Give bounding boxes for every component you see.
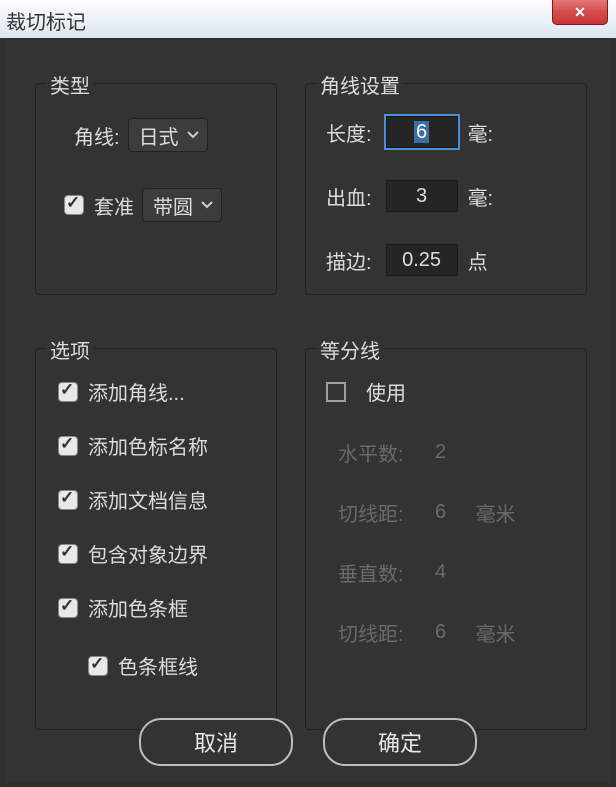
divide-fieldset: 等分线 使用 水平数: 2 切线距: 6 毫米 垂直数: 4 切线距: 6 — [305, 348, 587, 730]
option-label-1: 添加色标名称 — [88, 431, 208, 460]
title-bar: 裁切标记 ✕ — [0, 0, 616, 39]
divide-row-0: 水平数: 2 — [338, 437, 476, 467]
divide-input-2: 4 — [416, 557, 466, 587]
bleed-label: 出血: — [326, 182, 372, 211]
divide-input-3: 6 — [416, 617, 466, 647]
divide-label-1: 切线距: — [338, 498, 404, 527]
divide-use-label: 使用 — [366, 377, 406, 406]
dialog-body: 类型 角线: 日式 套准 带圆 角线设置 — [5, 38, 611, 782]
divide-label-0: 水平数: — [338, 438, 404, 467]
corner-style-label: 角线: — [74, 121, 120, 150]
corner-style-select[interactable]: 日式 — [128, 118, 208, 152]
option-row-1: 添加色标名称 — [58, 431, 208, 460]
option-row-2: 添加文档信息 — [58, 485, 208, 514]
option-checkbox-2[interactable] — [58, 490, 78, 510]
stroke-unit: 点 — [468, 246, 488, 275]
divide-legend: 等分线 — [316, 335, 384, 364]
window-title: 裁切标记 — [6, 6, 86, 35]
option-row-4: 添加色条框 — [58, 593, 188, 622]
cancel-button[interactable]: 取消 — [139, 718, 293, 766]
corner-style-value: 日式 — [139, 121, 179, 150]
stroke-label: 描边: — [326, 246, 372, 275]
length-input[interactable]: 6 — [386, 116, 458, 148]
option-checkbox-1[interactable] — [58, 436, 78, 456]
options-fieldset: 选项 添加角线... 添加色标名称 添加文档信息 包含对象边界 添加色条框 色条… — [35, 348, 277, 730]
type-fieldset: 类型 角线: 日式 套准 带圆 — [35, 83, 277, 295]
option-label-2: 添加文档信息 — [88, 485, 208, 514]
divide-use-row: 使用 — [326, 377, 406, 406]
option-checkbox-3[interactable] — [58, 544, 78, 564]
divide-label-3: 切线距: — [338, 618, 404, 647]
option-label-3: 包含对象边界 — [88, 539, 208, 568]
chevron-down-icon — [187, 131, 199, 139]
divide-row-3: 切线距: 6 毫米 — [338, 617, 516, 647]
registration-row: 套准 带圆 — [64, 188, 222, 222]
options-legend: 选项 — [46, 335, 94, 364]
divide-input-1: 6 — [416, 497, 466, 527]
stroke-input[interactable]: 0.25 — [386, 244, 458, 276]
bleed-input[interactable]: 3 — [386, 180, 458, 212]
length-row: 长度: 6 毫: — [326, 116, 493, 148]
registration-value: 带圆 — [153, 191, 193, 220]
close-button[interactable]: ✕ — [552, 0, 608, 25]
option-checkbox-4[interactable] — [58, 598, 78, 618]
corner-settings-legend: 角线设置 — [316, 70, 404, 99]
divide-unit-1: 毫米 — [476, 498, 516, 527]
length-unit: 毫: — [468, 118, 494, 147]
divide-use-checkbox[interactable] — [326, 382, 346, 402]
option-label-4: 添加色条框 — [88, 593, 188, 622]
divide-unit-3: 毫米 — [476, 618, 516, 647]
length-label: 长度: — [326, 118, 372, 147]
registration-checkbox[interactable] — [64, 195, 84, 215]
divide-row-2: 垂直数: 4 — [338, 557, 476, 587]
divide-row-1: 切线距: 6 毫米 — [338, 497, 516, 527]
corner-style-row: 角线: 日式 — [74, 118, 208, 152]
divide-label-2: 垂直数: — [338, 558, 404, 587]
option-sub-row: 色条框线 — [88, 651, 198, 680]
option-checkbox-0[interactable] — [58, 382, 78, 402]
bleed-unit: 毫: — [468, 182, 494, 211]
option-label-0: 添加角线... — [88, 377, 185, 406]
bleed-row: 出血: 3 毫: — [326, 180, 493, 212]
option-sub-checkbox[interactable] — [88, 656, 108, 676]
type-legend: 类型 — [46, 70, 94, 99]
ok-button[interactable]: 确定 — [323, 718, 477, 766]
option-sub-label: 色条框线 — [118, 651, 198, 680]
divide-input-0: 2 — [416, 437, 466, 467]
stroke-row: 描边: 0.25 点 — [326, 244, 488, 276]
corner-settings-fieldset: 角线设置 长度: 6 毫: 出血: 3 毫: 描边: 0.25 点 — [305, 83, 587, 295]
close-icon: ✕ — [574, 5, 586, 19]
option-row-0: 添加角线... — [58, 377, 185, 406]
dialog-footer: 取消 确定 — [5, 718, 611, 766]
option-row-3: 包含对象边界 — [58, 539, 208, 568]
registration-label: 套准 — [94, 191, 134, 220]
registration-select[interactable]: 带圆 — [142, 188, 222, 222]
chevron-down-icon — [201, 201, 213, 209]
